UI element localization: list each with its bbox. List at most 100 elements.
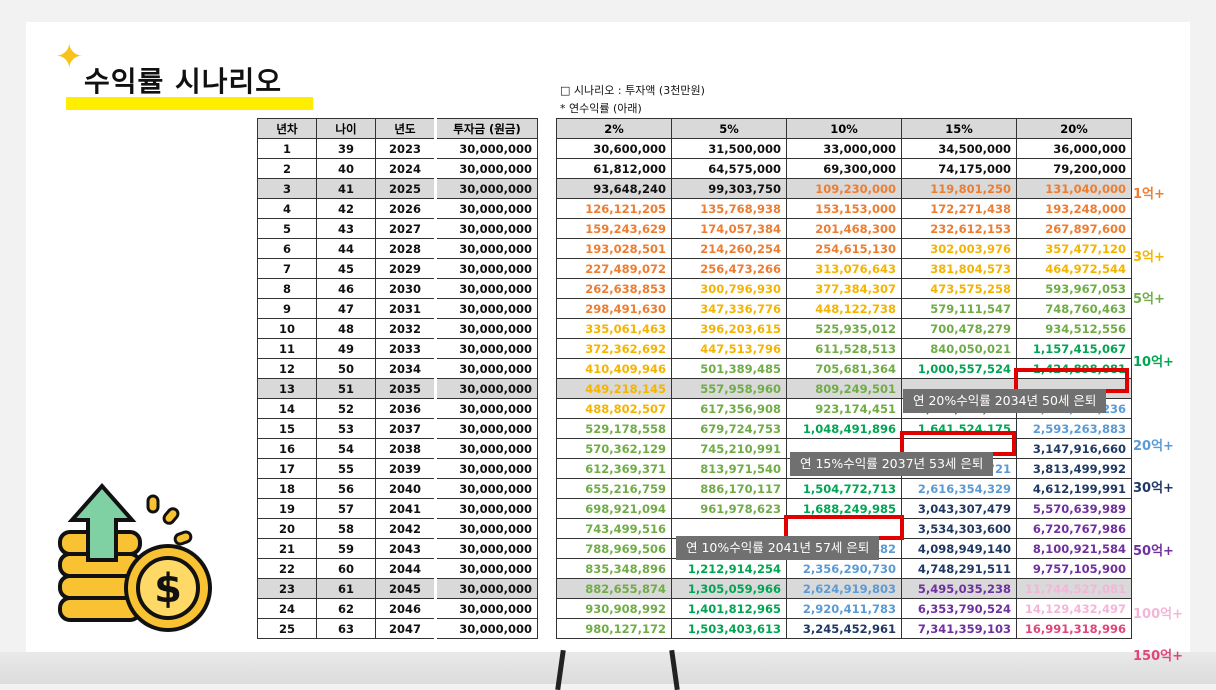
table-row: 16 54 2038 30,000,000 (257, 438, 538, 459)
table-row: 159,243,629 174,057,384 201,468,300 232,612… (556, 218, 1132, 239)
table-row: 15 53 2037 30,000,000 (257, 418, 538, 439)
table-cell: 55 (316, 458, 376, 479)
table-cell: 58 (316, 518, 376, 539)
table-cell: 17 (257, 458, 317, 479)
table-row: 5 43 2027 30,000,000 (257, 218, 538, 239)
col-header: 5% (671, 118, 787, 139)
table-cell: 579,111,547 (901, 298, 1017, 319)
table-cell: 11 (257, 338, 317, 359)
table-cell: 923,174,451 (786, 398, 902, 419)
table-row: 655,216,759 886,170,117 1,504,772,713 2,616… (556, 478, 1132, 499)
table-cell: 1,048,491,896 (786, 418, 902, 439)
table-cell: 3,534,303,600 (901, 518, 1017, 539)
table-cell: 30,000,000 (434, 238, 538, 259)
table-cell: 1,503,403,613 (671, 618, 787, 639)
table-row: 10 48 2032 30,000,000 (257, 318, 538, 339)
table-cell: 655,216,759 (556, 478, 672, 499)
table-cell: 357,477,120 (1016, 238, 1132, 259)
table-cell: 5 (257, 218, 317, 239)
svg-text:$: $ (154, 566, 182, 612)
table-row: 18 56 2040 30,000,000 (257, 478, 538, 499)
table-cell: 20 (257, 518, 317, 539)
table-cell: 3,043,307,479 (901, 498, 1017, 519)
table-cell: 30,000,000 (434, 258, 538, 279)
table-cell: 30,000,000 (434, 498, 538, 519)
table-cell: 2,624,919,803 (786, 578, 902, 599)
table-cell: 2 (257, 158, 317, 179)
coins-dollar-icon: $ (58, 482, 212, 632)
table-cell: 2033 (375, 338, 436, 359)
table-cell: 882,655,874 (556, 578, 672, 599)
page-title: 수익률 시나리오 (84, 65, 283, 98)
retirement-callout: 연 10%수익률 2041년 57세 은퇴 (676, 536, 880, 560)
table-cell: 30,000,000 (434, 178, 538, 199)
table-cell: 2025 (375, 178, 436, 199)
table-cell: 62 (316, 598, 376, 619)
table-cell: 69,300,000 (786, 158, 902, 179)
table-row: 335,061,463 396,203,615 525,935,012 700,478… (556, 318, 1132, 339)
table-cell: 11,744,527,081 (1016, 578, 1132, 599)
table-cell: 743,499,516 (556, 518, 672, 539)
table-cell: 2043 (375, 538, 436, 559)
table-cell: 30,000,000 (434, 318, 538, 339)
table-cell: 8,100,921,584 (1016, 538, 1132, 559)
table-row: 11 49 2033 30,000,000 (257, 338, 538, 359)
table-cell: 131,040,000 (1016, 178, 1132, 199)
table-cell: 39 (316, 138, 376, 159)
table-cell: 1,504,772,713 (786, 478, 902, 499)
table-cell: 298,491,630 (556, 298, 672, 319)
table-cell: 961,978,623 (671, 498, 787, 519)
table-cell: 611,528,513 (786, 338, 902, 359)
table-cell: 172,271,438 (901, 198, 1017, 219)
table-cell: 700,478,279 (901, 318, 1017, 339)
table-cell: 2047 (375, 618, 436, 639)
table-cell: 54 (316, 438, 376, 459)
table-cell: 9 (257, 298, 317, 319)
table-cell: 7,341,359,103 (901, 618, 1017, 639)
table-cell: 30,600,000 (556, 138, 672, 159)
table-cell: 61,812,000 (556, 158, 672, 179)
table-cell: 16,991,318,996 (1016, 618, 1132, 639)
table-cell: 227,489,072 (556, 258, 672, 279)
table-cell: 45 (316, 258, 376, 279)
table-cell: 2046 (375, 598, 436, 619)
table-cell: 30,000,000 (434, 358, 538, 379)
threshold-badge: 20억+ (1133, 439, 1174, 454)
table-row: 298,491,630 347,336,776 448,122,738 579,111… (556, 298, 1132, 319)
table-cell: 23 (257, 578, 317, 599)
table-cell: 1,305,059,966 (671, 578, 787, 599)
table-cell: 74,175,000 (901, 158, 1017, 179)
table-cell: 14 (257, 398, 317, 419)
table-cell: 193,248,000 (1016, 198, 1132, 219)
table-cell: 2,616,354,329 (901, 478, 1017, 499)
table-row: 30,600,000 31,500,000 33,000,000 34,500,000… (556, 138, 1132, 159)
table-cell: 2027 (375, 218, 436, 239)
table-cell: 47 (316, 298, 376, 319)
table-cell: 135,768,938 (671, 198, 787, 219)
table-cell: 30,000,000 (434, 138, 538, 159)
table-cell: 30,000,000 (434, 378, 538, 399)
table-cell: 679,724,753 (671, 418, 787, 439)
table-cell: 4,748,291,511 (901, 558, 1017, 579)
table-row: 17 55 2039 30,000,000 (257, 458, 538, 479)
table-cell: 61 (316, 578, 376, 599)
table-cell: 1,157,415,067 (1016, 338, 1132, 359)
table-cell: 449,218,145 (556, 378, 672, 399)
table-cell: 788,969,506 (556, 538, 672, 559)
table-row: 14 52 2036 30,000,000 (257, 398, 538, 419)
table-cell: 10 (257, 318, 317, 339)
table-cell: 593,967,053 (1016, 278, 1132, 299)
table-cell: 14,129,432,497 (1016, 598, 1132, 619)
star-icon: ✦ (55, 37, 84, 77)
table-cell: 34,500,000 (901, 138, 1017, 159)
table-cell: 193,028,501 (556, 238, 672, 259)
table-cell: 745,210,991 (671, 438, 787, 459)
table-cell: 748,760,463 (1016, 298, 1132, 319)
table-row: 61,812,000 64,575,000 69,300,000 74,175,000… (556, 158, 1132, 179)
table-cell: 980,127,172 (556, 618, 672, 639)
col-header: 투자금 (원금) (434, 118, 538, 139)
table-cell: 42 (316, 198, 376, 219)
table-cell: 612,369,371 (556, 458, 672, 479)
table-cell: 347,336,776 (671, 298, 787, 319)
table-row: 22 60 2044 30,000,000 (257, 558, 538, 579)
